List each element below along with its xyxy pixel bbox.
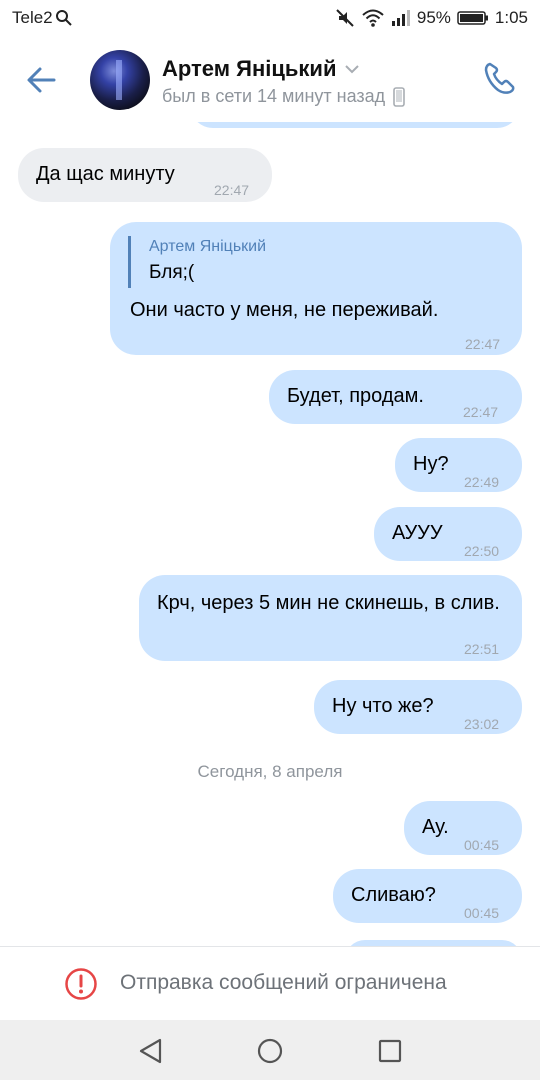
nav-recents-button[interactable] (373, 1034, 407, 1068)
nav-recents-icon (373, 1034, 407, 1068)
reply-author: Артем Яніцький (149, 238, 267, 255)
message-text: Крч, через 5 мин не скинешь, в слив. (157, 592, 500, 614)
message-text: Они часто у меня, не переживай. (130, 299, 439, 321)
message-bubble[interactable]: Будет, продам. 22:47 (269, 370, 522, 424)
message-bubble-reply[interactable]: Артем Яніцький Бля;( Они часто у меня, н… (110, 222, 522, 355)
message-time: 00:45 (464, 905, 500, 921)
message-text: Да щас минуту (36, 163, 175, 185)
chat-header: Артем Яніцький был в сети 14 минут назад (0, 36, 540, 122)
nav-back-icon (134, 1034, 168, 1068)
avatar[interactable] (90, 50, 150, 110)
message-time: 22:47 (465, 336, 501, 352)
message-time: 22:51 (464, 641, 500, 657)
status-bar: Tele2 95% 1:05 (0, 0, 540, 36)
nav-home-button[interactable] (253, 1034, 287, 1068)
battery-percent: 95% (416, 8, 451, 27)
message-list[interactable]: Да щас минуту 22:47 Артем Яніцький Бля;(… (0, 122, 540, 946)
clock: 1:05 (494, 8, 528, 27)
phone-small-icon (393, 86, 405, 107)
warning-icon (64, 967, 98, 1001)
message-time: 23:02 (464, 716, 500, 732)
carrier-name: Tele2 (12, 8, 53, 27)
message-time: 22:50 (464, 543, 500, 559)
message-bubble[interactable]: АУУУ 22:50 (374, 507, 522, 561)
back-arrow-icon (22, 60, 62, 100)
contact-status: был в сети 14 минут назад (162, 86, 386, 106)
carrier-group: Tele2 (12, 8, 73, 28)
status-icons: 95% 1:05 (335, 8, 528, 28)
restriction-text: Отправка сообщений ограничена (120, 971, 447, 994)
message-bubble-partial[interactable] (190, 122, 520, 128)
message-bubble[interactable]: Да щас минуту 22:47 (18, 148, 272, 202)
contact-name: Артем Яніцький (162, 56, 337, 81)
message-bubble[interactable]: Ну что же? 23:02 (314, 680, 522, 734)
message-text: Будет, продам. (287, 385, 424, 407)
contact-status-row: был в сети 14 минут назад (162, 86, 405, 107)
message-text: АУУУ (392, 522, 443, 544)
call-button[interactable] (480, 58, 520, 98)
nav-home-icon (253, 1034, 287, 1068)
date-separator: Сегодня, 8 апреля (197, 762, 343, 781)
contact-name-row[interactable]: Артем Яніцький (162, 56, 360, 82)
signal-icon (391, 9, 411, 27)
wifi-icon (361, 8, 385, 28)
message-time: 22:49 (464, 474, 500, 490)
nav-back-button[interactable] (134, 1034, 168, 1068)
message-bubble[interactable]: Ау. 00:45 (404, 801, 522, 855)
message-time: 22:47 (214, 182, 250, 198)
battery-icon (457, 10, 489, 26)
send-restriction-bar: Отправка сообщений ограничена (0, 946, 540, 1020)
system-nav-bar (0, 1020, 540, 1080)
reply-text: Бля;( (149, 262, 195, 283)
reply-quote[interactable]: Артем Яніцький Бля;( (128, 236, 266, 288)
message-text: Ау. (422, 816, 449, 838)
search-icon (55, 9, 73, 27)
call-icon (480, 58, 520, 98)
back-button[interactable] (22, 60, 62, 100)
message-text: Ну что же? (332, 695, 434, 717)
message-text: Ну? (413, 453, 449, 475)
chevron-down-icon (344, 64, 360, 74)
message-time: 22:47 (463, 404, 499, 420)
message-bubble[interactable]: Сливаю? 00:45 (333, 869, 522, 923)
mute-icon (335, 8, 355, 28)
message-text: Сливаю? (351, 884, 436, 906)
message-time: 00:45 (464, 837, 500, 853)
message-bubble[interactable]: Ну? 22:49 (395, 438, 522, 492)
message-bubble[interactable]: Крч, через 5 мин не скинешь, в слив. 22:… (139, 575, 522, 661)
